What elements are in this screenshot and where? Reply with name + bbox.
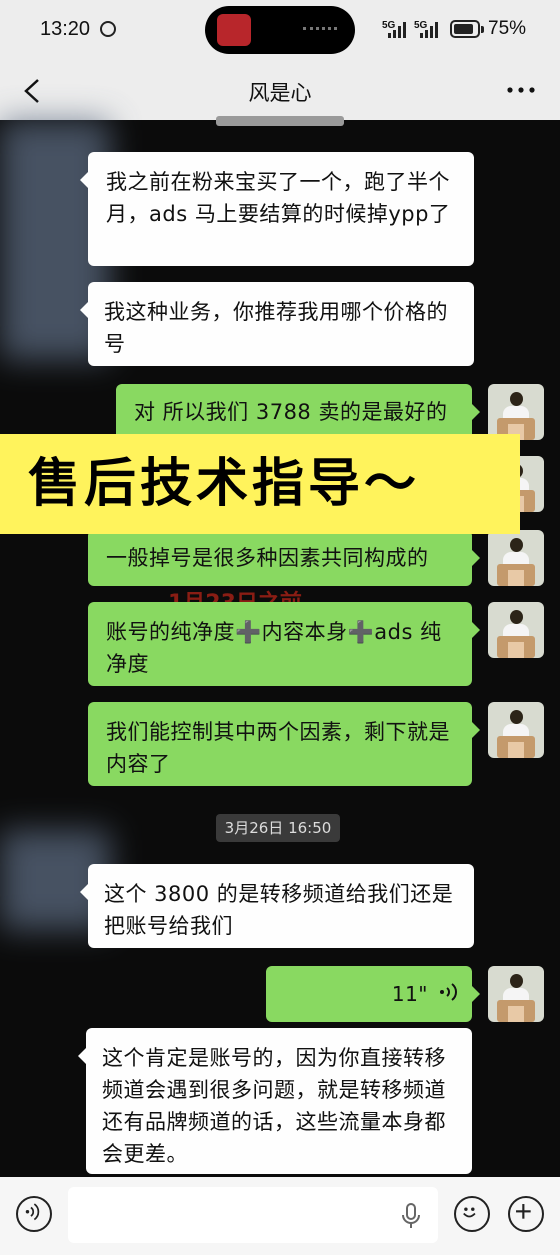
avatar[interactable]: [488, 602, 544, 658]
dots-icon: [303, 27, 337, 34]
chat-input-bar: [0, 1177, 560, 1255]
message-timestamp: 3月26日 16:50: [216, 814, 340, 842]
battery-percent: 75%: [488, 18, 527, 39]
avatar[interactable]: [488, 384, 544, 440]
battery-icon: [450, 20, 480, 38]
avatar[interactable]: [488, 530, 544, 586]
emoji-icon: [463, 1207, 476, 1218]
status-bar: 13:20 5G 5G 75%: [0, 0, 560, 62]
message-input[interactable]: [68, 1187, 438, 1243]
voice-message-sent[interactable]: 11": [266, 966, 480, 1022]
microphone-icon[interactable]: [400, 1201, 422, 1231]
scroll-indicator: [216, 116, 344, 126]
message-bubble-sent[interactable]: 我们能控制其中两个因素，剩下就是内容了: [88, 702, 480, 786]
signal-icon: [388, 22, 408, 38]
chat-header: 风是心: [0, 62, 560, 120]
message-bubble-received[interactable]: 我之前在粉来宝买了一个，跑了半个月，ads 马上要结算的时候掉ypp了: [80, 152, 474, 266]
message-bubble-sent[interactable]: 一般掉号是很多种因素共同构成的: [88, 530, 480, 586]
plus-icon: [516, 1204, 531, 1219]
timer-icon: [100, 21, 116, 37]
emoji-button[interactable]: [454, 1196, 490, 1232]
dynamic-island: [205, 6, 355, 54]
voice-wave-icon: [440, 983, 457, 1001]
message-bubble-received[interactable]: 我这种业务，你推荐我用哪个价格的号: [80, 282, 474, 366]
message-bubble-received[interactable]: 这个肯定是账号的，因为你直接转移频道会遇到很多问题，就是转移频道还有品牌频道的话…: [78, 1028, 472, 1174]
overlay-banner: 售后技术指导～: [0, 434, 520, 534]
more-options-icon[interactable]: [506, 80, 536, 100]
live-activity-app-icon: [217, 14, 251, 46]
message-bubble-received[interactable]: 这个 3800 的是转移频道给我们还是把账号给我们: [80, 864, 474, 948]
status-time: 13:20: [40, 18, 91, 40]
message-bubble-sent[interactable]: 账号的纯净度➕内容本身➕ads 纯净度: [88, 602, 480, 686]
add-button[interactable]: [508, 1196, 544, 1232]
chat-title: 风是心: [248, 81, 312, 105]
signal-icon: [420, 22, 440, 38]
avatar[interactable]: [488, 966, 544, 1022]
avatar[interactable]: [488, 702, 544, 758]
voice-duration: 11": [391, 982, 428, 1006]
voice-icon: [25, 1203, 40, 1221]
voice-input-button[interactable]: [16, 1196, 52, 1232]
